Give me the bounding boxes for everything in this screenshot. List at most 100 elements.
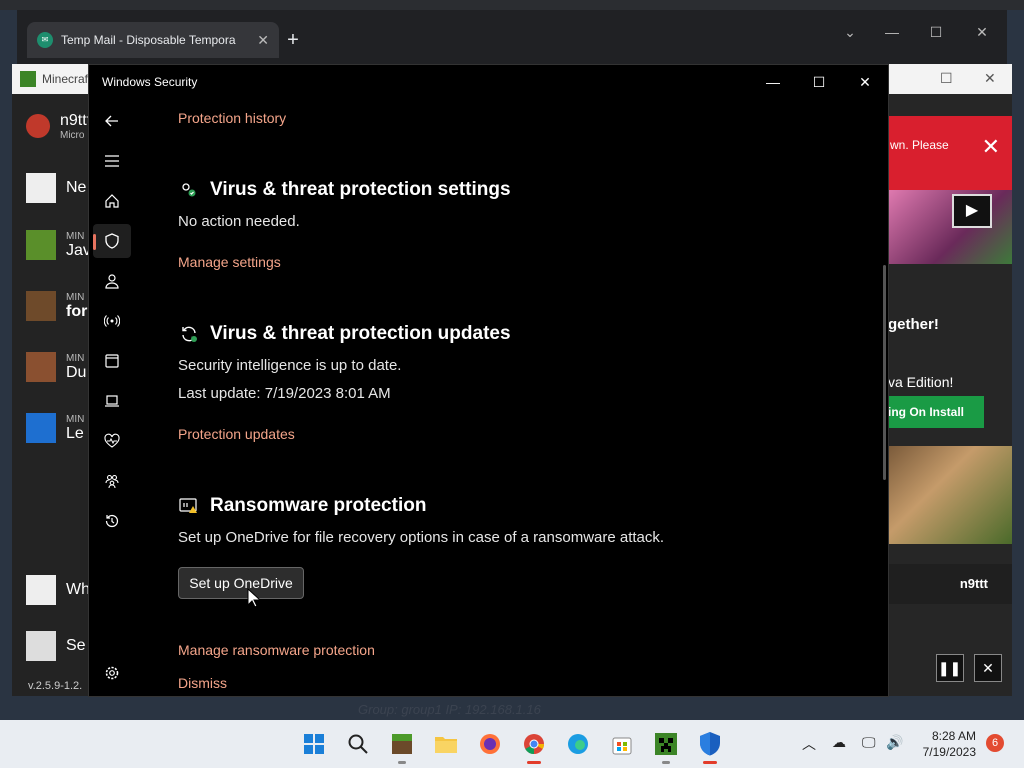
nav-family-options[interactable] [93,464,131,498]
close-button[interactable]: ✕ [984,70,996,87]
back-button[interactable] [93,104,131,138]
pause-icon[interactable]: ❚❚ [935,654,964,682]
taskbar-chrome[interactable] [518,728,550,764]
close-tab-icon[interactable]: ✕ [257,32,269,49]
new-tab-button[interactable]: + [279,26,307,54]
manage-settings-link[interactable]: Manage settings [178,254,281,270]
sidebar-item-news[interactable]: Ne [26,172,86,204]
sidebar-item-dungeons[interactable]: MIN Du [26,351,86,383]
clock[interactable]: 8:28 AM 7/19/2023 [916,728,976,760]
sidebar-item-legacy[interactable]: MIN Le [26,412,86,444]
scrollbar[interactable] [883,265,886,480]
network-antenna-icon [104,315,120,327]
tab-title: Temp Mail - Disposable Tempora [61,33,236,47]
search-icon [348,734,368,754]
settings-heading: Virus & threat protection settings [178,179,511,201]
gear-icon [105,666,119,680]
taskbar-minecraft-launcher[interactable] [650,728,682,764]
username: n9ttt [888,564,1012,604]
nav-settings[interactable] [93,656,131,690]
store-icon [612,737,632,755]
sidebar-item-whats-new[interactable]: Wh [26,574,90,606]
legends-icon [26,413,56,443]
background-window-strip [0,0,1024,10]
home-icon [105,194,119,208]
nav-account-protection[interactable] [93,264,131,298]
last-update: Last update: 7/19/2023 8:01 AM [178,385,391,402]
taskbar-edge[interactable] [562,728,594,760]
ransomware-warning-icon [178,495,200,517]
close-button[interactable]: ✕ [959,18,1005,46]
close-icon[interactable]: ✕ [974,654,1002,682]
browser-tab[interactable]: ✉ Temp Mail - Disposable Tempora ✕ [27,22,279,58]
nav-device-health[interactable] [93,424,131,458]
tab-search-icon[interactable]: ⌄ [827,18,873,46]
close-button[interactable]: ✕ [845,69,885,95]
minecraft-title: Minecraft [42,72,92,86]
taskbar-firefox[interactable] [474,728,506,760]
security-nav [89,101,135,696]
minecraft-main-right: wn. Please ✕ ▶ gether! va Edition! ing O… [888,94,1012,696]
minimize-button[interactable]: — [753,69,793,95]
search-button[interactable] [342,728,374,760]
ransomware-desc: Set up OneDrive for file recovery option… [178,529,665,546]
notification-badge[interactable]: 6 [986,734,1004,752]
taskbar-store[interactable] [606,728,638,760]
sidebar-item-label: Le [66,424,84,442]
taskbar: ︿ ☁ 🖵 🔊 8:28 AM 7/19/2023 6 [0,720,1024,768]
nav-firewall[interactable] [93,304,131,338]
history-icon [105,514,119,528]
ransomware-heading: Ransomware protection [178,495,426,517]
maximize-button[interactable]: ☐ [913,18,959,46]
setup-onedrive-button[interactable]: Set up OneDrive [178,567,304,599]
cloud-off-icon[interactable]: ☁ [832,734,846,751]
start-button[interactable] [298,728,330,760]
sidebar-item-sub: MIN [66,413,85,425]
maximize-button[interactable]: ☐ [940,70,953,87]
app-window-icon [105,354,119,368]
maximize-button[interactable]: ☐ [799,69,839,95]
family-icon [105,474,119,489]
notification-banner: wn. Please ✕ [888,116,1012,190]
news-icon [26,173,56,203]
close-icon[interactable]: ✕ [982,134,1000,160]
install-button[interactable]: ing On Install [888,396,984,428]
nav-virus-protection[interactable] [93,224,131,258]
sidebar-item-label: Du [66,363,87,381]
sidebar-item-legends[interactable]: MIN for [26,290,88,322]
refresh-icon [178,323,200,345]
edge-icon [568,734,588,754]
dismiss-link[interactable]: Dismiss [178,675,227,691]
avatar [26,114,50,138]
profile[interactable]: n9ttt Micro [26,110,91,142]
network-icon[interactable]: 🖵 [862,734,876,751]
nav-device-security[interactable] [93,384,131,418]
shield-icon [105,233,119,249]
taskbar-minecraft-block[interactable] [386,728,418,764]
minimize-button[interactable]: — [869,18,915,46]
browser-tabstrip: ✉ Temp Mail - Disposable Tempora ✕ + ⌄ —… [17,10,1007,62]
security-content: Protection history Virus & threat protec… [177,101,888,696]
nav-protection-history[interactable] [93,504,131,538]
banner-text: wn. Please [890,138,949,152]
chevron-up-icon[interactable]: ︿ [802,734,816,754]
protection-updates-link[interactable]: Protection updates [178,426,295,442]
volume-icon[interactable]: 🔊 [886,734,903,751]
protection-history-link[interactable]: Protection history [178,110,286,126]
taskbar-file-explorer[interactable] [430,728,462,760]
play-icon[interactable]: ▶ [952,194,992,228]
nav-app-browser-control[interactable] [93,344,131,378]
sidebar-item-settings[interactable]: Se [26,630,86,662]
menu-button[interactable] [93,144,131,178]
sidebar-item-sub: MIN [66,352,85,364]
sidebar-item-java[interactable]: MIN Jav [26,229,91,261]
nav-home[interactable] [93,184,131,218]
mouse-cursor-icon [247,588,261,608]
back-arrow-icon [105,115,118,127]
clipboard-icon [26,575,56,605]
taskbar-windows-security[interactable] [694,728,726,764]
running-indicator [703,761,717,764]
manage-ransomware-link[interactable]: Manage ransomware protection [178,642,375,658]
promo-heading: gether! [888,316,939,333]
sidebar-item-label: for [66,302,88,320]
